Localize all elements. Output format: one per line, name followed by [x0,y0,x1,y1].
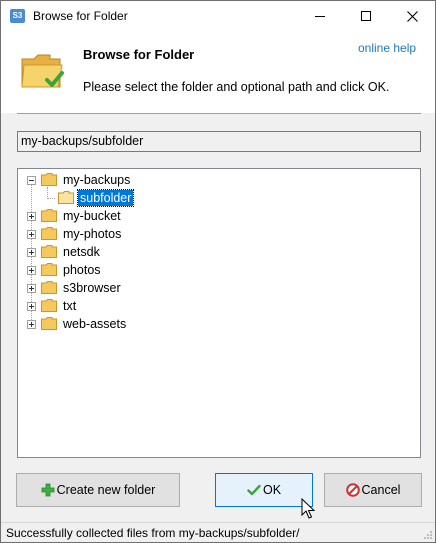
tree-item-my-backups[interactable]: my-backups [18,171,418,189]
expand-icon[interactable] [27,248,36,257]
tree-item-netsdk[interactable]: netsdk [18,243,418,261]
plus-icon [41,483,55,497]
tree-item-label: web-assets [63,317,127,331]
tree-item-subfolder[interactable]: subfolder [18,189,418,207]
tree-item-label: my-bucket [63,209,121,223]
expand-icon[interactable] [27,230,36,239]
folder-icon [41,227,57,240]
tree-item-label: my-backups [63,173,131,187]
expand-icon[interactable] [27,212,36,221]
status-text: Successfully collected files from my-bac… [6,526,300,540]
folder-icon [41,209,57,222]
close-button[interactable] [389,1,435,31]
expand-icon[interactable] [27,320,36,329]
status-bar: Successfully collected files from my-bac… [1,522,435,542]
folder-check-icon [21,54,64,88]
create-new-folder-label: Create new folder [56,483,156,497]
folder-icon [41,317,57,330]
close-icon [406,10,418,22]
folder-icon [41,263,57,276]
cancel-label: Cancel [361,483,401,497]
online-help-link[interactable]: online help [358,41,416,55]
browse-folder-dialog: S3 Browse for Folder Browse for Folder P… [0,0,436,543]
app-icon: S3 [10,9,25,23]
tree-item-label: s3browser [63,281,121,295]
tree-item-label: photos [63,263,101,277]
minimize-icon [315,15,325,17]
expand-icon[interactable] [27,266,36,275]
header-title: Browse for Folder [83,47,195,62]
maximize-icon [361,11,371,21]
dialog-header: Browse for Folder Please select the fold… [1,31,435,113]
tree-item-label: subfolder [76,189,135,207]
tree-item-photos[interactable]: photos [18,261,418,279]
ok-label: OK [262,483,282,497]
folder-open-icon [58,191,74,204]
maximize-button[interactable] [343,1,389,31]
tree-item-label: txt [63,299,77,313]
tree-item-s3browser[interactable]: s3browser [18,279,418,297]
tree-item-my-photos[interactable]: my-photos [18,225,418,243]
folder-icon [41,281,57,294]
expand-icon[interactable] [27,284,36,293]
resize-grip-icon[interactable] [423,530,433,540]
title-bar[interactable]: S3 Browse for Folder [1,1,435,31]
tree-item-txt[interactable]: txt [18,297,418,315]
header-divider [17,113,421,114]
create-new-folder-button[interactable]: Create new folder [16,473,180,507]
tree-item-my-bucket[interactable]: my-bucket [18,207,418,225]
folder-path-input[interactable]: my-backups/subfolder [17,131,421,152]
tree-item-label: netsdk [63,245,100,259]
tree-item-label: my-photos [63,227,122,241]
expand-icon[interactable] [27,302,36,311]
folder-icon [41,299,57,312]
cancel-icon [345,483,360,497]
folder-icon [41,245,57,258]
window-title: Browse for Folder [33,9,128,23]
ok-button[interactable]: OK [215,473,313,507]
cancel-button[interactable]: Cancel [324,473,422,507]
tree-item-web-assets[interactable]: web-assets [18,315,418,333]
minimize-button[interactable] [297,1,343,31]
checkmark-icon [247,484,261,496]
folder-tree[interactable]: my-backups subfolder my-bucket my-photos… [17,168,421,458]
mouse-pointer-icon [301,498,315,519]
collapse-icon[interactable] [27,176,36,185]
folder-icon [41,173,57,186]
header-description: Please select the folder and optional pa… [83,80,390,94]
